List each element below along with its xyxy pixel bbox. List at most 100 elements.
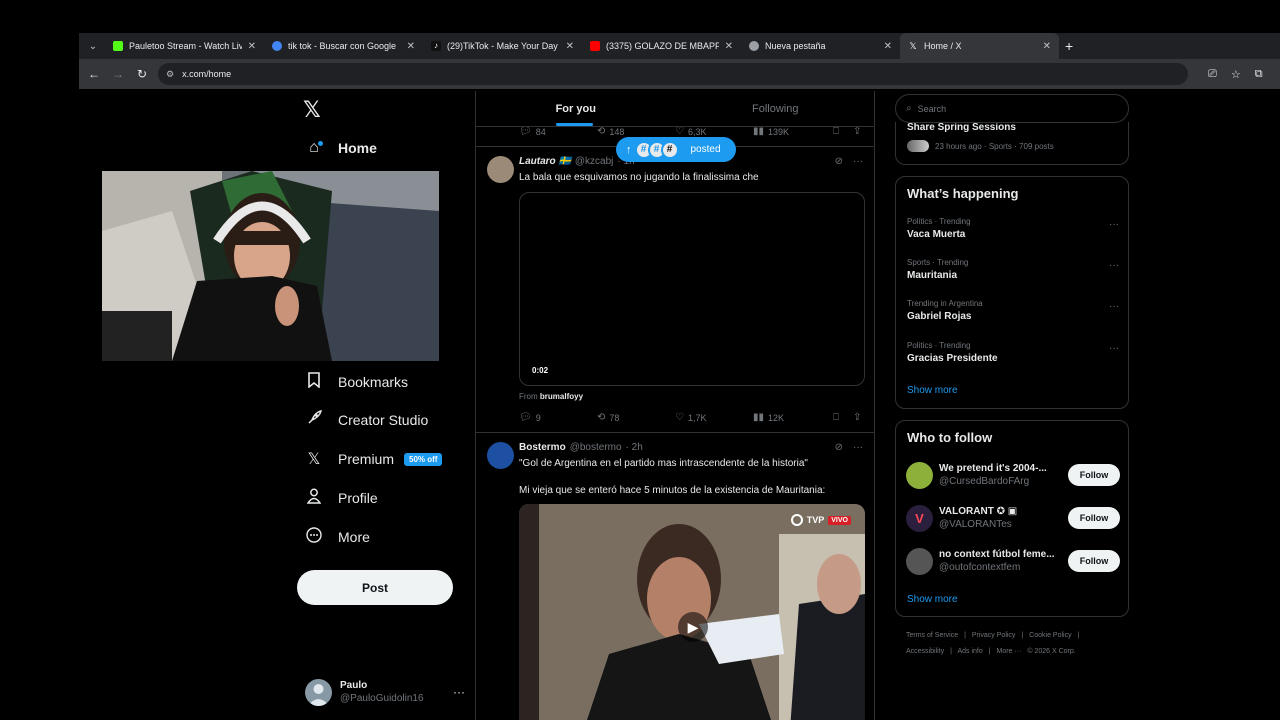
- follow-button[interactable]: Follow: [1068, 507, 1120, 529]
- avatar[interactable]: [906, 461, 933, 489]
- trend-item[interactable]: Trending in Argentina Gabriel Rojas ···: [907, 299, 1119, 322]
- tweet-video[interactable]: TVP VIVO ▶: [519, 504, 865, 720]
- x-logo-icon[interactable]: 𝕏: [303, 97, 321, 123]
- footer-link[interactable]: Ads info: [957, 648, 982, 655]
- footer-link[interactable]: Accessibility: [906, 648, 944, 655]
- browser-tab[interactable]: Pauletoo Stream - Watch Live o ✕: [105, 33, 264, 59]
- suggested-account[interactable]: V VALORANT ✪ ▣ @VALORANTes Follow: [906, 502, 1120, 534]
- browser-tab[interactable]: Nueva pestaña ✕: [741, 33, 900, 59]
- grok-icon[interactable]: ⊘: [835, 442, 843, 453]
- views-button[interactable]: ▮▮ 12K: [753, 412, 833, 423]
- browser-tab[interactable]: ♪ (29)TikTok - Make Your Day ✕: [423, 33, 582, 59]
- post-button[interactable]: Post: [297, 570, 453, 605]
- extensions-icon[interactable]: ⧉: [1255, 68, 1263, 81]
- from-user-link[interactable]: brumalfoyy: [540, 392, 583, 401]
- new-posts-pill[interactable]: ↑ # # # posted: [616, 137, 736, 162]
- back-icon[interactable]: ←: [82, 67, 106, 81]
- nav-premium[interactable]: 𝕏 Premium 50% off: [304, 444, 443, 474]
- trend-more-icon[interactable]: ···: [1109, 260, 1119, 271]
- webcam-overlay-image: [102, 171, 439, 361]
- trend-name: Gabriel Rojas: [907, 311, 972, 322]
- tweet[interactable]: Bostermo @bostermo · 2h ⊘ ··· "Gol de Ar…: [476, 433, 874, 720]
- grok-icon[interactable]: ⊘: [835, 156, 843, 167]
- search-input[interactable]: ⌕ Search: [895, 94, 1129, 123]
- account-switcher[interactable]: Paulo @PauloGuidolin16 ···: [305, 677, 465, 707]
- follow-button[interactable]: Follow: [1068, 464, 1120, 486]
- trend-more-icon[interactable]: ···: [1109, 219, 1119, 230]
- trend-item[interactable]: Politics · Trending Gracias Presidente ·…: [907, 341, 1119, 364]
- browser-tab[interactable]: tik tok - Buscar con Google ✕: [264, 33, 423, 59]
- show-more-link[interactable]: Show more: [907, 385, 958, 396]
- share-button[interactable]: ⇪: [853, 412, 861, 423]
- close-tab-icon[interactable]: ✕: [884, 41, 892, 52]
- trend-item[interactable]: Politics · Trending Vaca Muerta ···: [907, 217, 1119, 240]
- footer-link[interactable]: Cookie Policy: [1029, 632, 1071, 639]
- footer-link[interactable]: Terms of Service: [906, 632, 958, 639]
- suggested-account[interactable]: no context fútbol feme... @outofcontextf…: [906, 545, 1120, 577]
- tweet[interactable]: Lautaro 🇸🇪 @kzcabj · 1h ⊘ ··· La bala qu…: [476, 147, 874, 432]
- avatar[interactable]: [487, 156, 514, 183]
- whats-happening-panel: What’s happening Politics · Trending Vac…: [895, 176, 1129, 409]
- new-tab-icon[interactable]: +: [1065, 38, 1073, 54]
- trend-more-icon[interactable]: ···: [1109, 343, 1119, 354]
- repost-button[interactable]: ⟲ 78: [597, 412, 675, 423]
- share-button[interactable]: ⇪: [853, 126, 861, 137]
- nav-profile[interactable]: Profile: [304, 483, 378, 513]
- trend-item[interactable]: Sports · Trending Mauritania ···: [907, 258, 1119, 281]
- close-tab-icon[interactable]: ✕: [566, 41, 574, 52]
- reply-button[interactable]: 💬︎ 84: [519, 126, 597, 137]
- bookmark-star-icon[interactable]: ☆: [1231, 68, 1241, 81]
- tvp-live-badge: TVP VIVO: [790, 514, 851, 526]
- tab-title: Nueva pestaña: [765, 41, 826, 51]
- suggested-account[interactable]: We pretend it's 2004-... @CursedBardoFAr…: [906, 459, 1120, 491]
- nav-creator-studio[interactable]: Creator Studio: [304, 405, 428, 435]
- install-app-icon[interactable]: ⎚: [1208, 68, 1217, 81]
- close-tab-icon[interactable]: ✕: [248, 41, 256, 52]
- tweet-time[interactable]: · 2h: [626, 442, 643, 453]
- tweet-author-name[interactable]: Bostermo: [519, 442, 566, 453]
- avatar[interactable]: [906, 547, 933, 575]
- share-icon: ⇪: [853, 126, 862, 137]
- reply-button[interactable]: 💬︎ 9: [519, 412, 597, 423]
- avatar[interactable]: [487, 442, 514, 469]
- reload-icon[interactable]: ↻: [130, 67, 154, 81]
- browser-tab-active[interactable]: 𝕏 Home / X ✕: [900, 33, 1059, 59]
- views-icon: ▮▮: [753, 412, 765, 423]
- close-tab-icon[interactable]: ✕: [407, 41, 415, 52]
- trending-top-card[interactable]: Share Spring Sessions 23 hours ago · Spo…: [895, 122, 1129, 165]
- bookmark-button[interactable]: ⎕: [833, 412, 853, 423]
- footer-more-link[interactable]: More ···: [997, 648, 1022, 655]
- tweet-more-icon[interactable]: ···: [853, 156, 863, 167]
- address-bar[interactable]: ⚙ x.com/home: [158, 63, 1188, 85]
- like-button[interactable]: ♡ 6,3K: [675, 126, 753, 137]
- site-info-icon[interactable]: ⚙: [166, 69, 174, 80]
- footer-separator: |: [950, 648, 952, 655]
- tweet-author-handle[interactable]: @kzcabj: [575, 156, 614, 167]
- tab-search-dropdown-icon[interactable]: ⌄: [81, 36, 105, 56]
- tweet-video[interactable]: 0:02: [519, 192, 865, 386]
- tweet-author-name[interactable]: Lautaro 🇸🇪: [519, 156, 571, 167]
- show-more-link[interactable]: Show more: [907, 594, 958, 605]
- nav-home[interactable]: ⌂ Home: [304, 133, 377, 163]
- tab-for-you[interactable]: For you: [476, 91, 676, 126]
- valorant-avatar[interactable]: V: [906, 504, 933, 532]
- browser-tab-strip: ⌄ Pauletoo Stream - Watch Live o ✕ tik t…: [79, 33, 1280, 59]
- repost-button[interactable]: ⟲ 148: [597, 126, 675, 137]
- account-more-icon[interactable]: ···: [453, 685, 465, 699]
- trend-more-icon[interactable]: ···: [1109, 301, 1119, 312]
- tweet-author-handle[interactable]: @bostermo: [570, 442, 622, 453]
- play-icon[interactable]: ▶: [678, 612, 708, 642]
- like-button[interactable]: ♡ 1,7K: [675, 412, 753, 423]
- tweet-more-icon[interactable]: ···: [853, 442, 863, 453]
- close-tab-icon[interactable]: ✕: [725, 41, 733, 52]
- tab-following[interactable]: Following: [676, 91, 875, 126]
- bookmark-button[interactable]: ⎕: [833, 126, 853, 137]
- browser-tab[interactable]: (3375) GOLAZO DE MBAPPÉ Y ✕: [582, 33, 741, 59]
- nav-bookmarks[interactable]: Bookmarks: [304, 367, 408, 397]
- nav-more[interactable]: More: [304, 522, 370, 552]
- forward-icon[interactable]: →: [106, 67, 130, 81]
- close-tab-icon[interactable]: ✕: [1043, 41, 1051, 52]
- views-button[interactable]: ▮▮ 139K: [753, 126, 833, 137]
- follow-button[interactable]: Follow: [1068, 550, 1120, 572]
- footer-link[interactable]: Privacy Policy: [972, 632, 1016, 639]
